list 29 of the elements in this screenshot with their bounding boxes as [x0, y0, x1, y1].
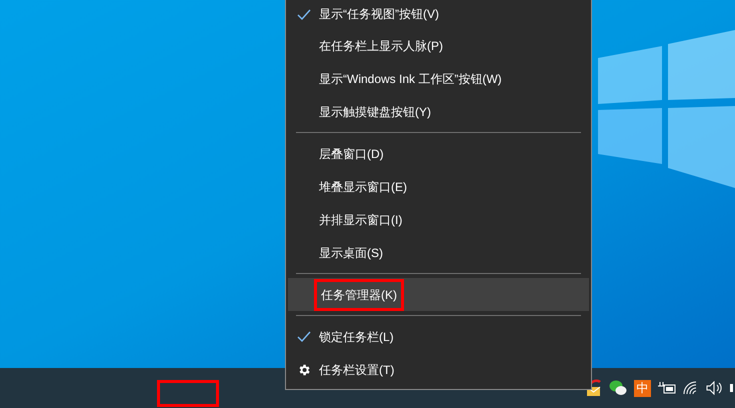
menu-item-label: 锁定任务栏(L): [319, 328, 394, 346]
battery-icon[interactable]: [658, 382, 676, 394]
menu-item-label: 并排显示窗口(I): [319, 212, 402, 228]
menu-item[interactable]: 并排显示窗口(I): [288, 203, 589, 236]
checkmark-icon: [296, 8, 310, 20]
menu-item[interactable]: 堆叠显示窗口(E): [288, 170, 589, 203]
menu-item-label: 层叠窗口(D): [319, 146, 384, 162]
menu-item[interactable]: 显示触摸键盘按钮(Y): [288, 95, 589, 128]
menu-item[interactable]: 锁定任务栏(L): [288, 320, 589, 353]
speaker-icon[interactable]: [706, 381, 723, 395]
menu-item[interactable]: 显示“Windows Ink 工作区”按钮(W): [288, 62, 589, 95]
checkmark-icon: [296, 331, 310, 342]
menu-item[interactable]: 任务管理器(K): [288, 278, 589, 311]
menu-item[interactable]: 层叠窗口(D): [288, 137, 589, 170]
menu-item-label: 任务管理器(K): [321, 286, 397, 304]
menu-item-label: 堆叠显示窗口(E): [319, 178, 407, 196]
wifi-icon[interactable]: [683, 381, 699, 395]
menu-item-label: 显示“任务视图”按钮(V): [319, 6, 439, 23]
chat-icon[interactable]: [609, 380, 627, 396]
menu-item-label: 显示“Windows Ink 工作区”按钮(W): [319, 70, 502, 88]
menu-item-label: 显示桌面(S): [319, 244, 383, 262]
menu-item-label: 任务栏设置(T): [319, 362, 394, 378]
menu-item[interactable]: 在任务栏上显示人脉(P): [288, 29, 589, 62]
menu-item[interactable]: 任务栏设置(T): [288, 353, 589, 386]
menu-item-label: 显示触摸键盘按钮(Y): [319, 104, 431, 120]
menu-item-label: 在任务栏上显示人脉(P): [319, 38, 443, 54]
settings-icon: [296, 362, 310, 376]
menu-item[interactable]: 显示“任务视图”按钮(V): [288, 0, 589, 29]
menu-item[interactable]: 显示桌面(S): [288, 236, 589, 269]
